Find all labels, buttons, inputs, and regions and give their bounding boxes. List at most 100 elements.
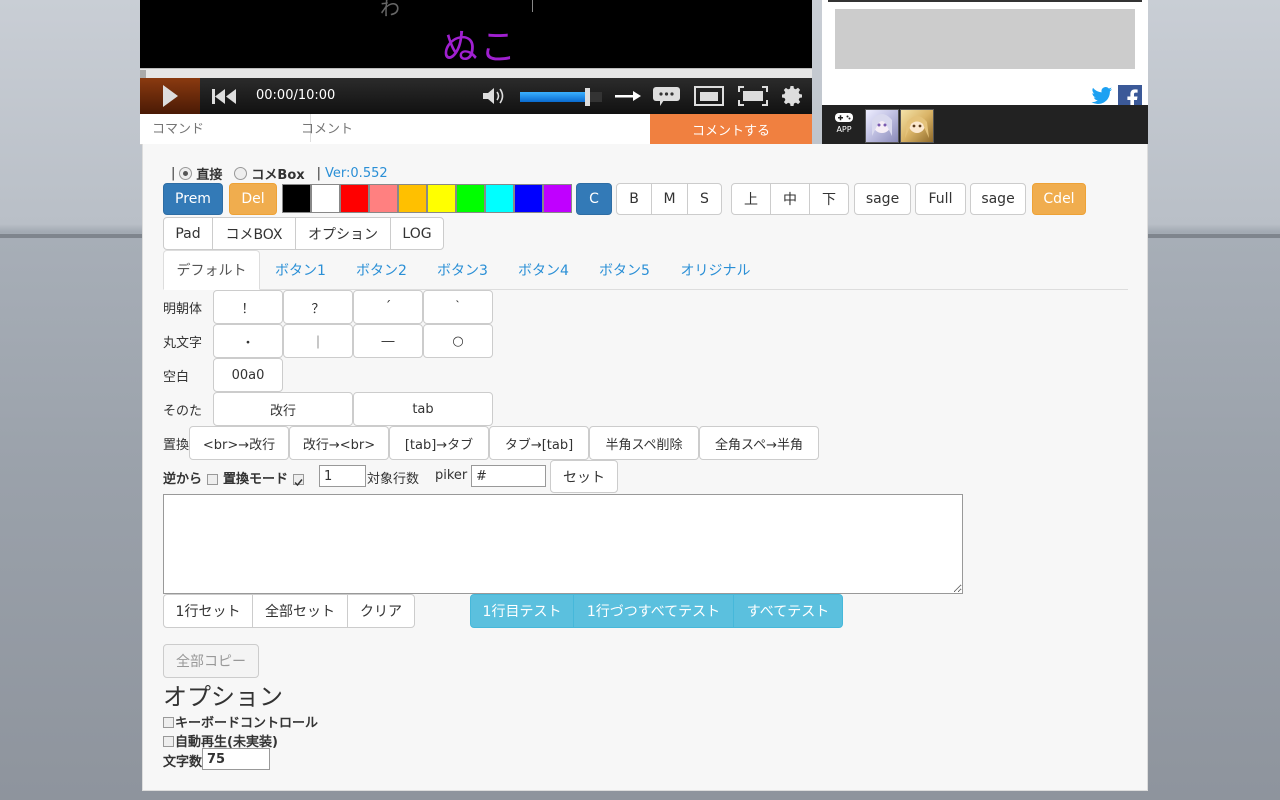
color-swatch[interactable] — [340, 184, 369, 213]
seek-handle[interactable] — [140, 70, 146, 78]
size-m-button[interactable]: M — [651, 183, 688, 215]
tab-button4[interactable]: ボタン4 — [503, 250, 584, 290]
prem-button[interactable]: Prem — [163, 183, 223, 215]
tab-button5[interactable]: ボタン5 — [584, 250, 665, 290]
comment-input[interactable] — [287, 114, 677, 142]
keyboard-control-label: キーボードコントロール — [175, 716, 319, 731]
video-screen[interactable]: わ ぬこ — [140, 0, 812, 68]
reverse-checkbox[interactable] — [207, 474, 218, 485]
color-swatch[interactable] — [543, 184, 572, 213]
del-button[interactable]: Del — [229, 183, 277, 215]
autoplay-checkbox[interactable] — [163, 736, 174, 747]
sage-button[interactable]: sage — [854, 183, 911, 215]
fullscreen-button[interactable] — [736, 78, 770, 114]
size-s-button[interactable]: S — [687, 183, 722, 215]
char-button-circle[interactable]: ○ — [423, 324, 493, 358]
comment-list-button[interactable] — [650, 78, 684, 114]
sage-button-2[interactable]: sage — [970, 183, 1026, 215]
set-button[interactable]: セット — [550, 460, 618, 493]
replace-mode-checkbox[interactable] — [293, 474, 304, 487]
commebox-radio[interactable] — [234, 167, 248, 180]
tab-original[interactable]: オリジナル — [665, 250, 766, 290]
tab-button1[interactable]: ボタン1 — [260, 250, 341, 290]
rewind-button[interactable] — [208, 78, 240, 114]
direct-radio[interactable] — [179, 167, 193, 180]
position-ue-button[interactable]: 上 — [731, 183, 771, 215]
remove-halfwidth-space[interactable]: 半角スペ削除 — [589, 426, 699, 460]
commebox-button[interactable]: コメBOX — [212, 217, 296, 250]
row-label-maru: 丸文字 — [163, 336, 203, 351]
cdel-button[interactable]: Cdel — [1032, 183, 1086, 215]
color-swatch[interactable] — [398, 184, 427, 213]
comment-textarea[interactable] — [163, 494, 963, 594]
set-all-button[interactable]: 全部セット — [252, 594, 348, 628]
position-shita-button[interactable]: 下 — [809, 183, 849, 215]
volume-knob[interactable] — [585, 88, 591, 106]
color-swatch[interactable] — [485, 184, 514, 213]
clear-button[interactable]: クリア — [347, 594, 415, 628]
volume-fill — [520, 92, 588, 102]
row-label-replace: 置換 — [163, 438, 190, 453]
rewind-icon — [212, 89, 236, 104]
set-one-line-button[interactable]: 1行セット — [163, 594, 253, 628]
test-first-line-button[interactable]: 1行目テスト — [470, 594, 574, 628]
video-comment-text: ぬこ — [442, 27, 519, 68]
color-c-button[interactable]: C — [576, 183, 612, 215]
char-button-grave[interactable]: ｀ — [423, 290, 493, 324]
char-button-tab[interactable]: tab — [353, 392, 493, 426]
mute-button[interactable] — [480, 78, 510, 114]
color-swatch[interactable] — [427, 184, 456, 213]
color-swatch[interactable] — [369, 184, 398, 213]
replace-mode-label: 置換モード — [223, 472, 289, 487]
piker-input[interactable] — [471, 465, 546, 487]
color-swatch[interactable] — [514, 184, 543, 213]
char-button-newline[interactable]: 改行 — [213, 392, 353, 426]
char-button-nbsp[interactable]: 00a0 — [213, 358, 283, 392]
char-button-acute[interactable]: ´ — [353, 290, 423, 324]
char-button-dot[interactable]: ・ — [213, 324, 283, 358]
replace-newline-to-br[interactable]: 改行→<br> — [289, 426, 389, 460]
comment-mode-button[interactable] — [612, 78, 644, 114]
color-swatch[interactable] — [311, 184, 340, 213]
play-icon — [163, 85, 178, 107]
fullwidth-space-to-halfwidth[interactable]: 全角スペ→半角 — [699, 426, 819, 460]
char-button-exclaim[interactable]: ！ — [213, 290, 283, 324]
volume-icon — [483, 88, 504, 104]
lines-label: 対象行数 — [367, 472, 420, 487]
replace-tab-to-tabtag[interactable]: タブ→[tab] — [489, 426, 589, 460]
replace-br-to-newline[interactable]: <br>→改行 — [189, 426, 289, 460]
app-button[interactable]: APP — [830, 111, 858, 139]
tab-button2[interactable]: ボタン2 — [341, 250, 422, 290]
twitter-icon[interactable] — [1091, 86, 1113, 106]
option-button[interactable]: オプション — [295, 217, 391, 250]
avatar-character-2[interactable] — [900, 109, 934, 143]
pad-button[interactable]: Pad — [163, 217, 213, 250]
char-button-dash[interactable]: ― — [353, 324, 423, 358]
settings-button[interactable] — [778, 78, 808, 114]
tab-default[interactable]: デフォルト — [163, 250, 260, 290]
commebox-label: コメBox — [251, 168, 305, 183]
log-button[interactable]: LOG — [390, 217, 444, 250]
command-input[interactable] — [140, 114, 311, 142]
lines-input[interactable] — [319, 465, 366, 487]
char-count-input[interactable] — [202, 748, 270, 770]
copy-all-button[interactable]: 全部コピー — [163, 644, 259, 678]
volume-slider[interactable] — [520, 88, 602, 106]
full-button[interactable]: Full — [915, 183, 966, 215]
char-button-bar[interactable]: ｜ — [283, 324, 353, 358]
play-button[interactable] — [140, 78, 200, 114]
size-b-button[interactable]: B — [616, 183, 652, 215]
separator: | — [316, 166, 322, 181]
keyboard-control-checkbox[interactable] — [163, 717, 174, 728]
color-swatch[interactable] — [456, 184, 485, 213]
replace-tabtag-to-tab[interactable]: [tab]→タブ — [389, 426, 489, 460]
char-button-question[interactable]: ？ — [283, 290, 353, 324]
comment-submit-button[interactable]: コメントする — [650, 114, 812, 144]
test-each-line-button[interactable]: 1行づつすべてテスト — [573, 594, 734, 628]
position-naka-button[interactable]: 中 — [770, 183, 810, 215]
window-mode-button[interactable] — [692, 78, 726, 114]
tab-button3[interactable]: ボタン3 — [422, 250, 503, 290]
avatar-character-1[interactable] — [865, 109, 899, 143]
test-all-button[interactable]: すべてテスト — [733, 594, 843, 628]
color-swatch[interactable] — [282, 184, 311, 213]
